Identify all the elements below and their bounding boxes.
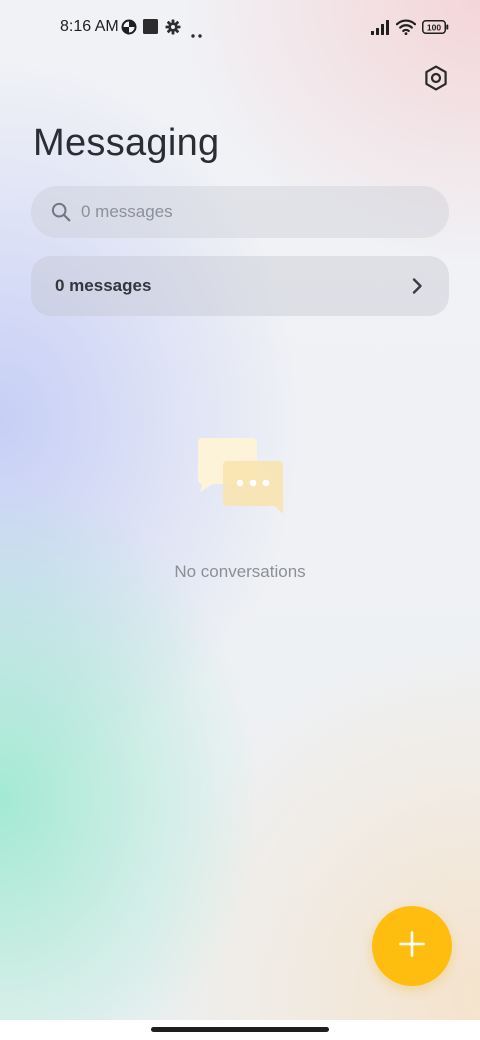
settings-button[interactable] xyxy=(418,62,454,98)
settings-hexagon-icon xyxy=(424,65,448,96)
chat-bubbles-icon xyxy=(195,436,287,518)
battery-level: 100 xyxy=(427,22,441,32)
plus-icon xyxy=(399,930,425,962)
battery-icon: 100 xyxy=(422,20,449,39)
status-time: 8:16 AM xyxy=(60,18,119,35)
data-saver-icon xyxy=(121,19,137,40)
search-icon xyxy=(51,202,71,222)
messages-row[interactable]: 0 messages xyxy=(31,256,449,316)
square-notification-icon xyxy=(143,19,158,39)
new-message-button[interactable] xyxy=(372,906,452,986)
status-bar: 8:16 AM 100 xyxy=(0,0,480,56)
page-title: Messaging xyxy=(33,122,220,164)
search-input[interactable] xyxy=(81,202,421,222)
signal-icon xyxy=(371,20,391,40)
search-bar[interactable] xyxy=(31,186,449,238)
chevron-right-icon xyxy=(409,276,425,296)
empty-state-text: No conversations xyxy=(174,562,306,581)
gear-notification-icon xyxy=(165,19,181,40)
wifi-icon xyxy=(395,19,417,40)
more-dots-icon xyxy=(191,25,203,43)
messages-row-label: 0 messages xyxy=(55,276,152,295)
home-gesture-handle[interactable] xyxy=(151,1027,329,1032)
navigation-bar xyxy=(0,1020,480,1040)
